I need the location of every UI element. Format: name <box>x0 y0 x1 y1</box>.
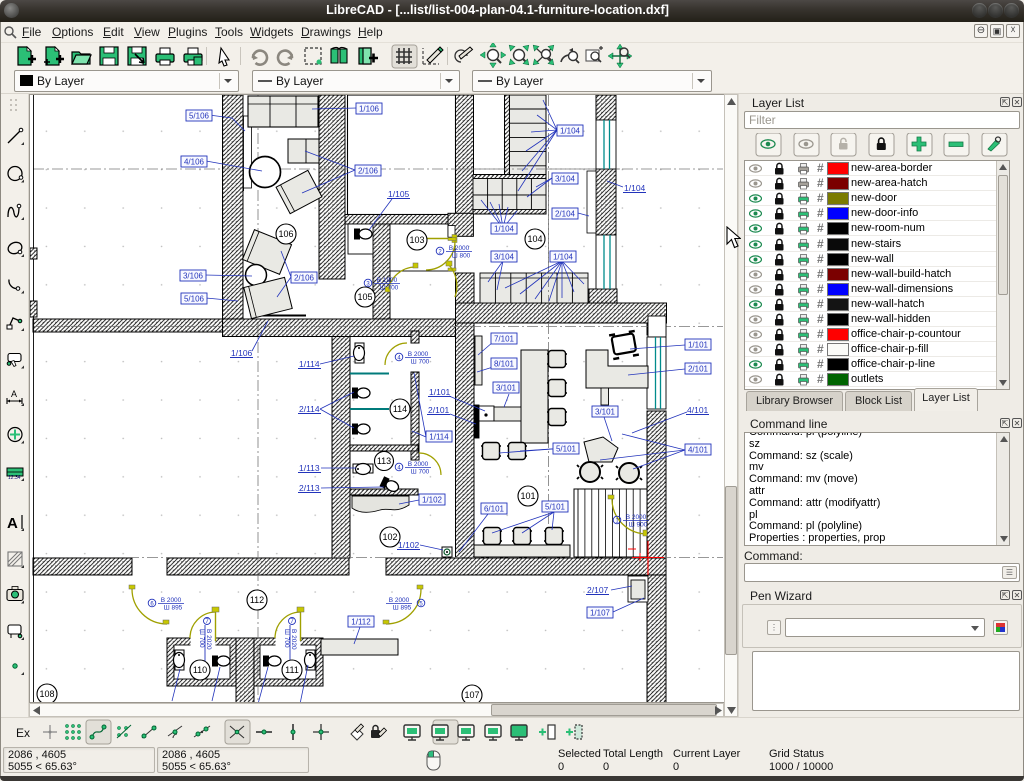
svg-text:2/110: 2/110 <box>163 701 184 702</box>
svg-text:1/102: 1/102 <box>422 496 443 505</box>
svg-text:2/106: 2/106 <box>358 167 379 176</box>
svg-text:Ш 700: Ш 700 <box>411 359 430 366</box>
svg-text:114: 114 <box>393 404 407 414</box>
svg-text:1/106: 1/106 <box>231 348 253 358</box>
svg-text:3/104: 3/104 <box>494 253 515 262</box>
svg-text:1/104: 1/104 <box>560 127 581 136</box>
svg-text:Ш 895: Ш 895 <box>164 605 183 612</box>
svg-text:2/101: 2/101 <box>688 365 709 374</box>
svg-text:111: 111 <box>285 665 299 675</box>
svg-text:5/101: 5/101 <box>556 445 577 454</box>
svg-text:106: 106 <box>278 229 293 239</box>
svg-text:2/113: 2/113 <box>299 483 320 493</box>
svg-text:Ш 700: Ш 700 <box>380 285 399 292</box>
svg-text:1/101: 1/101 <box>688 341 709 350</box>
svg-text:1/112: 1/112 <box>351 618 371 627</box>
svg-text:107: 107 <box>464 690 479 700</box>
svg-text:B 2000: B 2000 <box>408 351 429 358</box>
svg-text:103: 103 <box>409 235 424 245</box>
svg-text:12.34: 12.34 <box>8 475 21 481</box>
svg-text:2/101: 2/101 <box>428 405 450 415</box>
svg-text:Ш 700: Ш 700 <box>411 469 430 476</box>
svg-text:B 2020: B 2020 <box>290 629 297 650</box>
svg-text:104: 104 <box>527 234 542 244</box>
svg-text:3/104: 3/104 <box>555 175 576 184</box>
svg-text:4/101: 4/101 <box>687 405 709 415</box>
svg-text:2/104: 2/104 <box>555 210 576 219</box>
svg-text:Ш 700: Ш 700 <box>283 629 290 648</box>
svg-text:112: 112 <box>250 595 264 605</box>
svg-text:4/106: 4/106 <box>184 158 205 167</box>
svg-text:B 2000: B 2000 <box>449 245 470 252</box>
svg-text:1/105: 1/105 <box>388 189 410 199</box>
svg-text:113: 113 <box>377 456 391 466</box>
svg-text:105: 105 <box>357 292 372 302</box>
svg-text:2/114: 2/114 <box>299 404 320 414</box>
svg-text:B 1900: B 1900 <box>377 277 398 284</box>
svg-text:B 2000: B 2000 <box>389 597 410 604</box>
svg-text:4/101: 4/101 <box>688 446 709 455</box>
svg-text:B 2000: B 2000 <box>408 461 429 468</box>
svg-text:1/101: 1/101 <box>429 387 451 397</box>
svg-text:8/101: 8/101 <box>494 360 515 369</box>
svg-text:Ш 895: Ш 895 <box>393 605 412 612</box>
svg-text:1/104: 1/104 <box>553 253 574 262</box>
svg-text:1/102: 1/102 <box>398 540 420 550</box>
svg-text:3/106: 3/106 <box>183 272 204 281</box>
svg-text:5/101: 5/101 <box>545 503 566 512</box>
svg-text:1/114: 1/114 <box>299 359 320 369</box>
svg-text:2/106: 2/106 <box>294 274 315 283</box>
svg-text:1/107: 1/107 <box>590 609 611 618</box>
svg-text:1/114: 1/114 <box>429 433 449 442</box>
svg-text:Ш 700: Ш 700 <box>198 629 205 648</box>
svg-text:1/106: 1/106 <box>359 105 380 114</box>
svg-text:Ш 900: Ш 900 <box>629 522 648 529</box>
svg-text:3/101: 3/101 <box>595 408 616 417</box>
svg-text:6/101: 6/101 <box>484 505 505 514</box>
svg-text:5/106: 5/106 <box>189 112 210 121</box>
svg-text:1/110: 1/110 <box>207 701 228 702</box>
svg-text:B 2000: B 2000 <box>161 597 182 604</box>
svg-text:A: A <box>7 515 18 532</box>
svg-text:1/104: 1/104 <box>624 183 646 193</box>
svg-text:7/101: 7/101 <box>494 335 515 344</box>
svg-text:1/113: 1/113 <box>299 463 320 473</box>
svg-text:102: 102 <box>382 532 397 542</box>
svg-text:3/101: 3/101 <box>496 384 517 393</box>
svg-text:101: 101 <box>520 491 535 501</box>
svg-text:A: A <box>11 389 17 399</box>
svg-text:1/104: 1/104 <box>494 225 515 234</box>
svg-text:5/106: 5/106 <box>184 295 205 304</box>
svg-text:Ш 800: Ш 800 <box>452 253 471 260</box>
svg-text:110: 110 <box>193 665 207 675</box>
svg-text:B 2000: B 2000 <box>626 514 647 521</box>
svg-text:Ex: Ex <box>16 726 30 740</box>
svg-text:108: 108 <box>39 689 54 699</box>
svg-text:2/107: 2/107 <box>587 585 609 595</box>
svg-text:B 2020: B 2020 <box>205 629 212 650</box>
